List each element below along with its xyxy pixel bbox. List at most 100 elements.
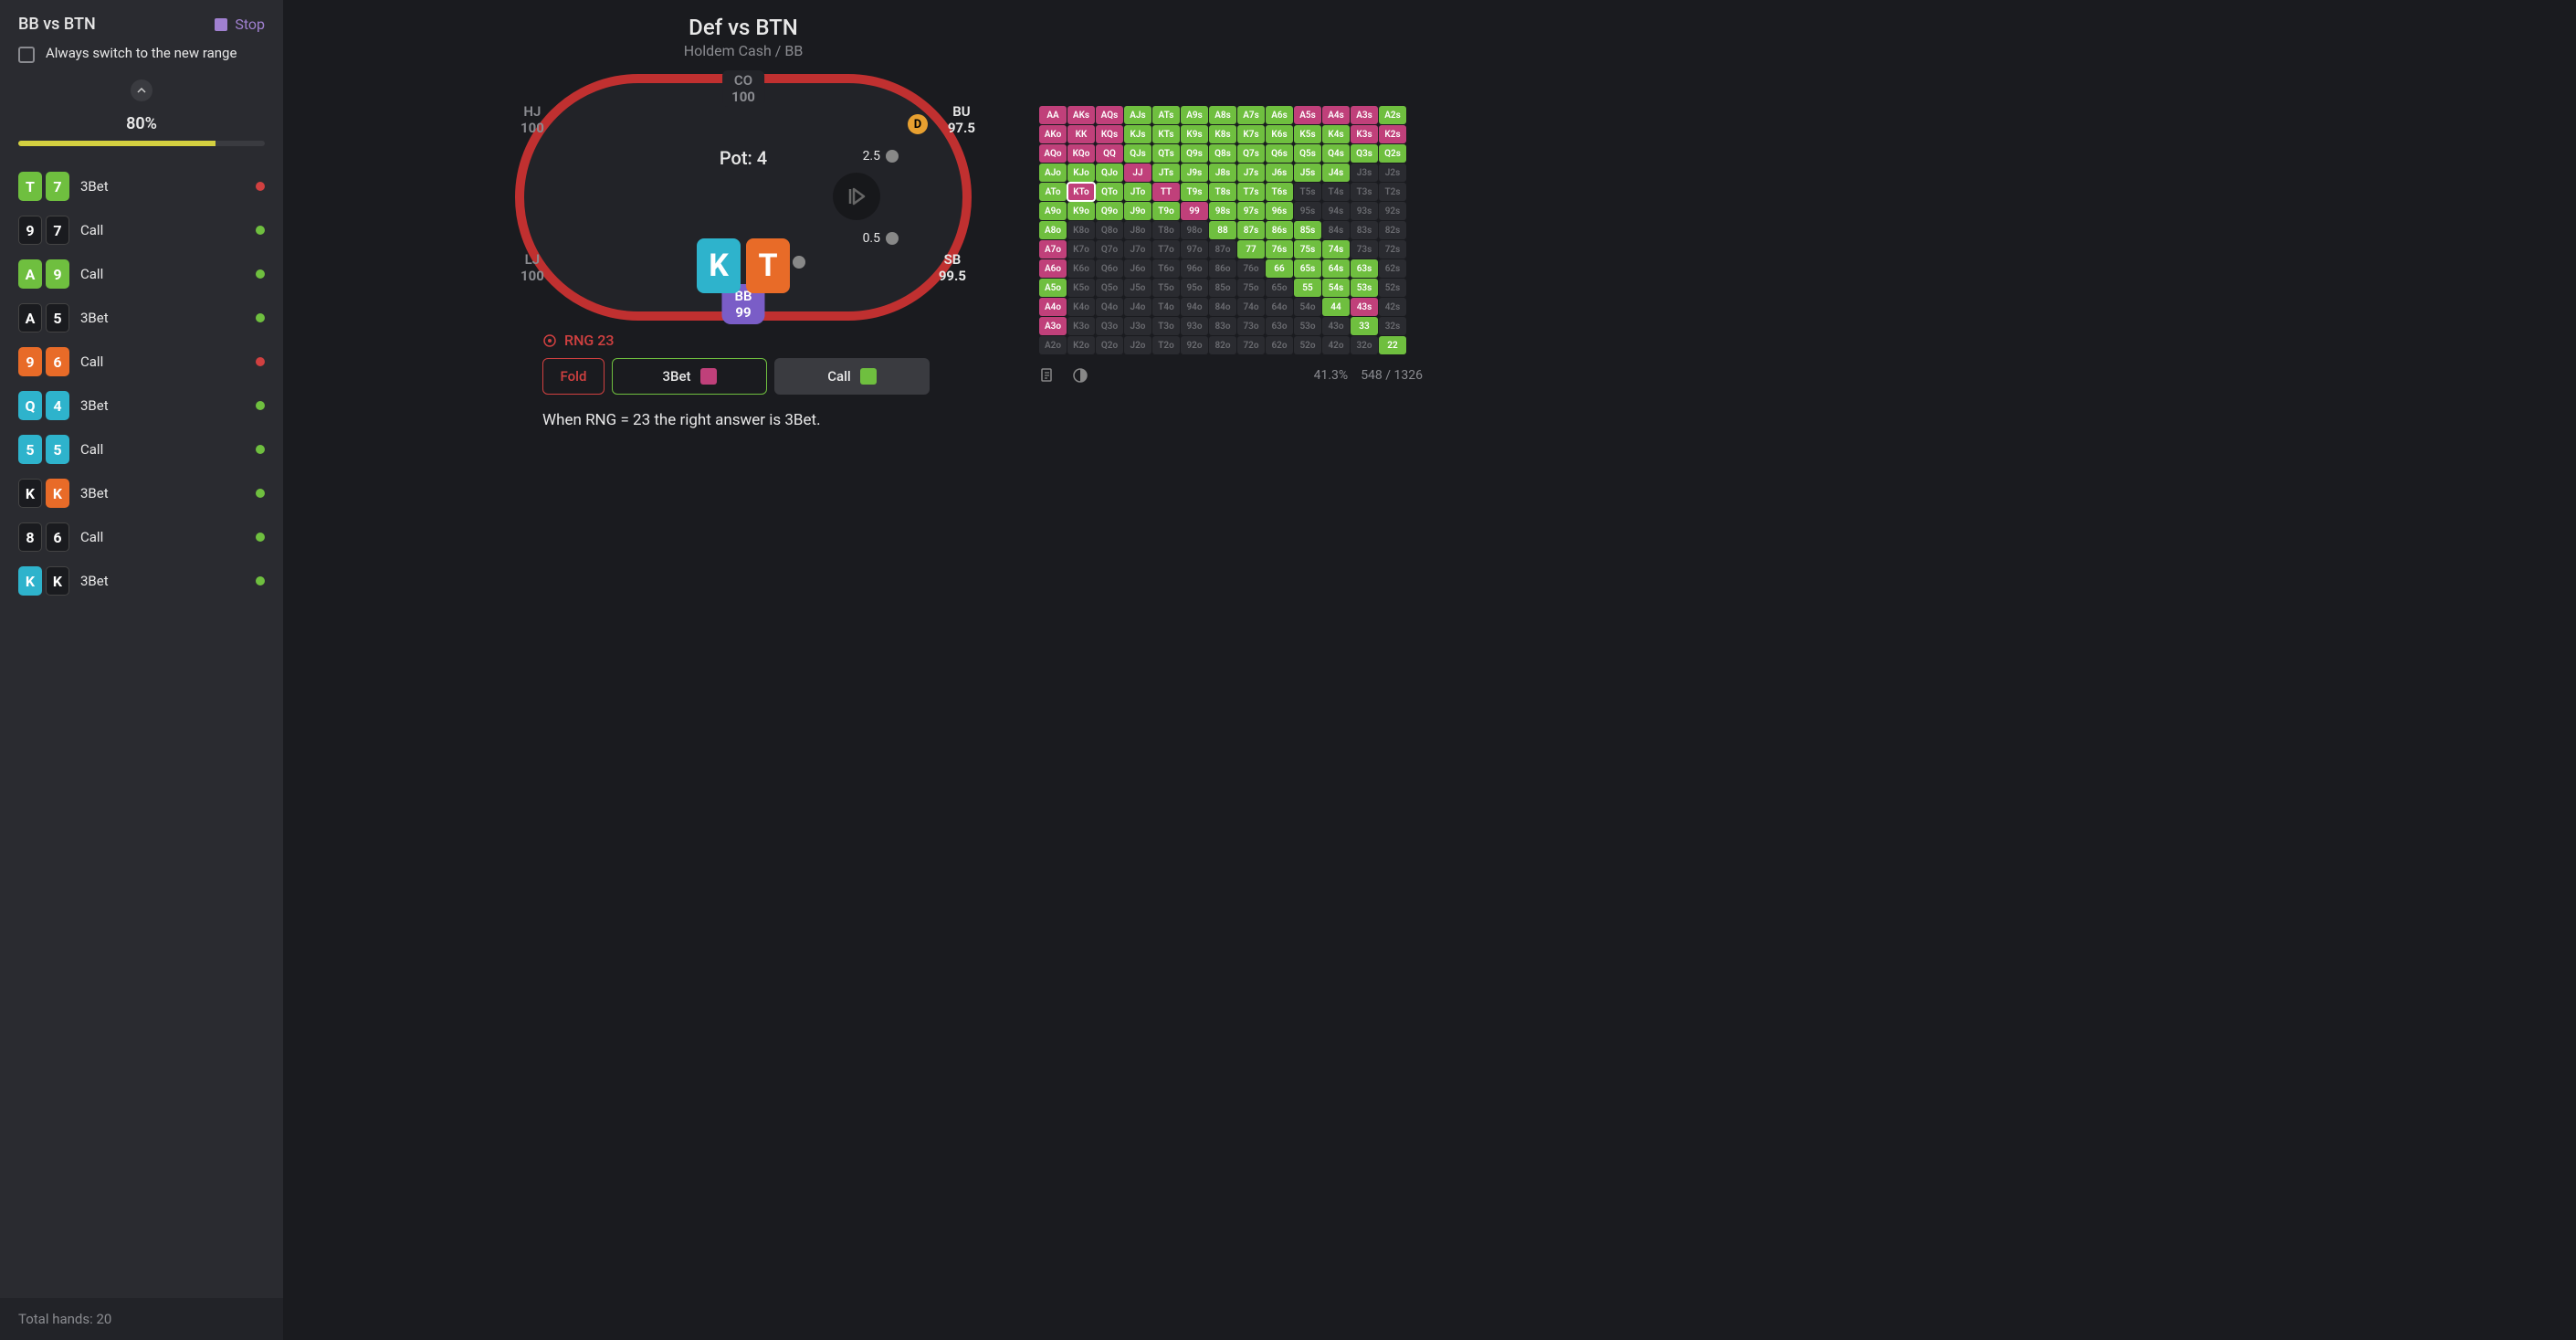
range-cell[interactable]: T5s xyxy=(1294,183,1321,201)
range-cell[interactable]: AA xyxy=(1039,106,1067,124)
range-cell[interactable]: J8s xyxy=(1209,164,1236,182)
range-cell[interactable]: 75s xyxy=(1294,240,1321,259)
history-row[interactable]: KK3Bet xyxy=(0,471,283,515)
range-cell[interactable]: 74s xyxy=(1322,240,1350,259)
range-cell[interactable]: A4s xyxy=(1322,106,1350,124)
range-cell[interactable]: A4o xyxy=(1039,298,1067,316)
range-cell[interactable]: 96s xyxy=(1266,202,1293,220)
switch-range-checkbox[interactable] xyxy=(18,47,35,63)
history-row[interactable]: 55Call xyxy=(0,427,283,471)
range-cell[interactable]: 88 xyxy=(1209,221,1236,239)
range-cell[interactable]: J4s xyxy=(1322,164,1350,182)
range-cell[interactable]: T8s xyxy=(1209,183,1236,201)
fold-button[interactable]: Fold xyxy=(542,358,605,395)
range-cell[interactable]: A9s xyxy=(1181,106,1208,124)
range-cell[interactable]: 74o xyxy=(1237,298,1265,316)
range-cell[interactable]: QJo xyxy=(1096,164,1123,182)
range-cell[interactable]: A8s xyxy=(1209,106,1236,124)
range-cell[interactable]: 43o xyxy=(1322,317,1350,335)
range-cell[interactable]: J6s xyxy=(1266,164,1293,182)
range-cell[interactable]: 83s xyxy=(1351,221,1378,239)
range-cell[interactable]: 66 xyxy=(1266,259,1293,278)
range-cell[interactable]: J9s xyxy=(1181,164,1208,182)
range-cell[interactable]: Q8s xyxy=(1209,144,1236,163)
range-cell[interactable]: A6s xyxy=(1266,106,1293,124)
range-cell[interactable]: 72s xyxy=(1379,240,1406,259)
range-cell[interactable]: J2s xyxy=(1379,164,1406,182)
history-row[interactable]: 97Call xyxy=(0,208,283,252)
range-cell[interactable]: 82s xyxy=(1379,221,1406,239)
range-cell[interactable]: Q2s xyxy=(1379,144,1406,163)
range-cell[interactable]: J5s xyxy=(1294,164,1321,182)
range-cell[interactable]: A8o xyxy=(1039,221,1067,239)
range-cell[interactable]: KQs xyxy=(1096,125,1123,143)
range-cell[interactable]: 83o xyxy=(1209,317,1236,335)
range-cell[interactable]: T4o xyxy=(1152,298,1180,316)
range-cell[interactable]: TT xyxy=(1152,183,1180,201)
range-cell[interactable]: J3s xyxy=(1351,164,1378,182)
range-cell[interactable]: 73s xyxy=(1351,240,1378,259)
range-cell[interactable]: 63o xyxy=(1266,317,1293,335)
range-cell[interactable]: 95o xyxy=(1181,279,1208,297)
call-button[interactable]: Call xyxy=(774,358,930,395)
range-cell[interactable]: K9o xyxy=(1067,202,1095,220)
range-cell[interactable]: AQs xyxy=(1096,106,1123,124)
range-cell[interactable]: 44 xyxy=(1322,298,1350,316)
range-cell[interactable]: 77 xyxy=(1237,240,1265,259)
range-cell[interactable]: T4s xyxy=(1322,183,1350,201)
range-cell[interactable]: 97s xyxy=(1237,202,1265,220)
range-cell[interactable]: A3o xyxy=(1039,317,1067,335)
range-cell[interactable]: 76o xyxy=(1237,259,1265,278)
range-cell[interactable]: 86s xyxy=(1266,221,1293,239)
history-row[interactable]: 86Call xyxy=(0,515,283,559)
history-row[interactable]: 96Call xyxy=(0,340,283,384)
range-cell[interactable]: J6o xyxy=(1124,259,1151,278)
range-cell[interactable]: Q9o xyxy=(1096,202,1123,220)
range-cell[interactable]: ATs xyxy=(1152,106,1180,124)
range-cell[interactable]: 62s xyxy=(1379,259,1406,278)
range-cell[interactable]: QJs xyxy=(1124,144,1151,163)
range-cell[interactable]: T6o xyxy=(1152,259,1180,278)
play-button[interactable] xyxy=(833,173,880,220)
range-cell[interactable]: J3o xyxy=(1124,317,1151,335)
range-cell[interactable]: 53o xyxy=(1294,317,1321,335)
range-cell[interactable]: 54o xyxy=(1294,298,1321,316)
range-cell[interactable]: 87o xyxy=(1209,240,1236,259)
3bet-button[interactable]: 3Bet xyxy=(612,358,767,395)
range-cell[interactable]: K9s xyxy=(1181,125,1208,143)
range-cell[interactable]: AKs xyxy=(1067,106,1095,124)
range-cell[interactable]: Q7o xyxy=(1096,240,1123,259)
range-cell[interactable]: KJs xyxy=(1124,125,1151,143)
range-cell[interactable]: KQo xyxy=(1067,144,1095,163)
contrast-icon[interactable] xyxy=(1072,367,1088,384)
range-cell[interactable]: Q8o xyxy=(1096,221,1123,239)
range-cell[interactable]: 98o xyxy=(1181,221,1208,239)
range-cell[interactable]: 84o xyxy=(1209,298,1236,316)
range-cell[interactable]: J9o xyxy=(1124,202,1151,220)
range-cell[interactable]: T7o xyxy=(1152,240,1180,259)
stop-button[interactable]: Stop xyxy=(215,16,265,33)
range-cell[interactable]: Q5s xyxy=(1294,144,1321,163)
range-cell[interactable]: 85o xyxy=(1209,279,1236,297)
range-cell[interactable]: 98s xyxy=(1209,202,1236,220)
collapse-button[interactable] xyxy=(131,79,152,101)
range-cell[interactable]: QTs xyxy=(1152,144,1180,163)
range-cell[interactable]: 52o xyxy=(1294,336,1321,354)
range-cell[interactable]: 94s xyxy=(1322,202,1350,220)
range-cell[interactable]: A5o xyxy=(1039,279,1067,297)
range-cell[interactable]: 85s xyxy=(1294,221,1321,239)
range-cell[interactable]: Q2o xyxy=(1096,336,1123,354)
range-cell[interactable]: Q9s xyxy=(1181,144,1208,163)
range-cell[interactable]: 53s xyxy=(1351,279,1378,297)
range-cell[interactable]: K7s xyxy=(1237,125,1265,143)
range-cell[interactable]: K5o xyxy=(1067,279,1095,297)
range-cell[interactable]: 93s xyxy=(1351,202,1378,220)
range-cell[interactable]: 55 xyxy=(1294,279,1321,297)
range-cell[interactable]: JTs xyxy=(1152,164,1180,182)
range-cell[interactable]: K7o xyxy=(1067,240,1095,259)
range-cell[interactable]: K3s xyxy=(1351,125,1378,143)
range-cell[interactable]: K2o xyxy=(1067,336,1095,354)
range-cell[interactable]: 72o xyxy=(1237,336,1265,354)
range-cell[interactable]: J4o xyxy=(1124,298,1151,316)
range-cell[interactable]: AJo xyxy=(1039,164,1067,182)
